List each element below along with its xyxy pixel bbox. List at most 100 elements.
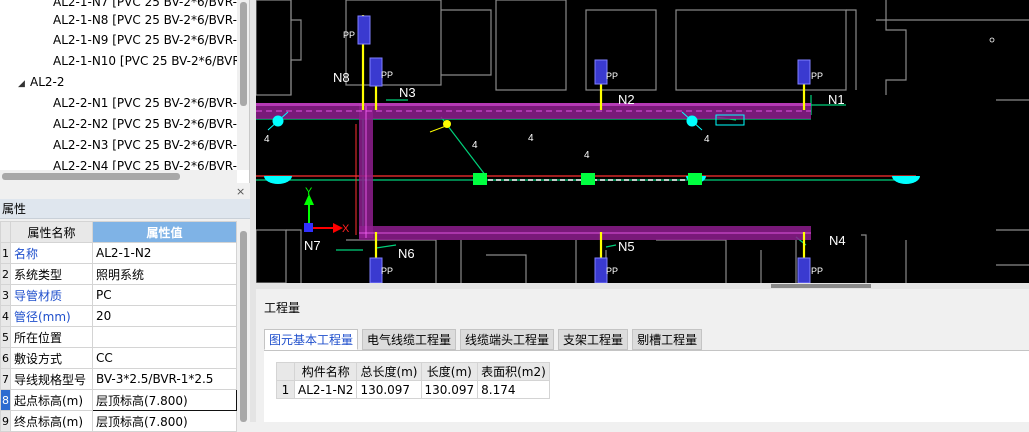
node-label-n4: N4 <box>829 233 846 248</box>
property-value[interactable]: 层顶标高(7.800) <box>92 389 237 411</box>
tree-item[interactable]: AL2-1-N8 [PVC 25 BV-2*6/BVR- <box>53 10 237 30</box>
row-index: 1 <box>0 242 11 264</box>
component-tree: AL2-1-N7 [PVC 25 BV-2*6/BVR- AL2-1-N8 [P… <box>0 0 250 183</box>
property-panel-title: 属性 <box>0 199 250 219</box>
row-index: 9 <box>0 410 11 432</box>
node-label-n2: N2 <box>618 92 635 107</box>
expand-arrow-icon[interactable]: ◢ <box>18 74 30 94</box>
tab-quantity-0[interactable]: 图元基本工程量 <box>264 329 359 350</box>
property-value[interactable] <box>92 326 237 348</box>
cad-drawing-canvas[interactable]: PP PP PP PP PP PP PP N8 N3 N2 N1 N7 N6 N… <box>256 0 1029 283</box>
quantities-body: 构件名称 总长度(m) 长度(m) 表面积(m2) 1 AL2-1-N2 130.097 1… <box>264 350 1029 422</box>
row-index: 6 <box>0 347 11 369</box>
row-index: 1 <box>276 380 295 399</box>
svg-text:PP: PP <box>381 266 393 276</box>
property-vertical-scrollbar[interactable] <box>237 221 250 422</box>
property-row[interactable]: 4 管径(mm) 20 <box>0 305 237 327</box>
quantities-table: 构件名称 总长度(m) 长度(m) 表面积(m2) 1 AL2-1-N2 130.097 1… <box>276 362 550 399</box>
property-row[interactable]: 3 导管材质 PC <box>0 284 237 306</box>
row-index: 2 <box>0 263 11 285</box>
svg-text:PP: PP <box>811 71 823 81</box>
row-index: 3 <box>0 284 11 306</box>
node-label-n6: N6 <box>398 246 415 261</box>
property-row[interactable]: 9 终点标高(m) 层顶标高(7.800) <box>0 410 237 432</box>
tree-item[interactable]: AL2-1-N9 [PVC 25 BV-2*6/BVR- <box>53 30 237 50</box>
quantity-col-header: 总长度(m) <box>356 362 422 381</box>
svg-text:4: 4 <box>264 134 270 145</box>
circuit-annotations: 4 4 4 4 4 <box>264 133 710 161</box>
property-row[interactable]: 5 所在位置 <box>0 326 237 348</box>
floor-plan[interactable]: PP PP PP PP PP PP PP N8 N3 N2 N1 N7 N6 N… <box>256 0 1029 283</box>
close-icon[interactable]: × <box>236 185 245 198</box>
row-index: 8 <box>0 389 11 411</box>
row-index: 4 <box>0 305 11 327</box>
svg-text:PP: PP <box>343 30 355 40</box>
node-label-n8: N8 <box>333 70 350 85</box>
row-index: 7 <box>0 368 11 390</box>
col-header-name: 属性名称 <box>10 221 93 243</box>
property-value[interactable]: 20 <box>92 305 237 327</box>
quantity-cell: 130.097 <box>356 380 422 399</box>
quantity-cell: AL2-1-N2 <box>293 380 358 399</box>
property-name: 所在位置 <box>10 326 93 348</box>
quantities-tabs: 图元基本工程量 电气线缆工程量 线缆端头工程量 支架工程量 剔槽工程量 <box>264 329 706 351</box>
property-name: 导管材质 <box>10 284 93 306</box>
node-label-n1: N1 <box>828 92 845 107</box>
tab-quantity-3[interactable]: 支架工程量 <box>558 329 629 350</box>
node-label-n5: N5 <box>618 239 635 254</box>
quantity-cell: 130.097 <box>420 380 479 399</box>
quantities-title: 工程量 <box>264 301 301 315</box>
tree-item[interactable]: AL2-2-N3 [PVC 25 BV-2*6/BVR- <box>53 135 237 155</box>
property-row[interactable]: 7 导线规格型号 BV-3*2.5/BVR-1*2.5 <box>0 368 237 390</box>
tree-vertical-scrollbar[interactable] <box>237 0 249 170</box>
property-name: 终点标高(m) <box>10 410 93 432</box>
svg-text:Y: Y <box>305 186 313 198</box>
property-value[interactable]: CC <box>92 347 237 369</box>
tree-item[interactable]: AL2-2-N2 [PVC 25 BV-2*6/BVR- <box>53 114 237 134</box>
property-value[interactable]: AL2-1-N2 <box>92 242 237 264</box>
property-name: 管径(mm) <box>10 305 93 327</box>
svg-text:PP: PP <box>606 71 618 81</box>
property-row[interactable]: 8 起点标高(m) 层顶标高(7.800) <box>0 389 237 411</box>
svg-text:4: 4 <box>528 133 534 144</box>
tab-quantity-4[interactable]: 剔槽工程量 <box>632 329 703 350</box>
col-header-value: 属性值 <box>92 221 237 243</box>
quantity-col-header: 构件名称 <box>293 362 358 381</box>
svg-text:4: 4 <box>584 150 590 161</box>
property-name: 起点标高(m) <box>10 389 93 411</box>
tab-quantity-1[interactable]: 电气线缆工程量 <box>362 329 457 350</box>
svg-text:PP: PP <box>811 266 823 276</box>
property-name: 敷设方式 <box>10 347 93 369</box>
property-name: 系统类型 <box>10 263 93 285</box>
property-value[interactable]: 照明系统 <box>92 263 237 285</box>
quantity-col-header: 表面积(m2) <box>477 362 550 381</box>
property-value[interactable]: 层顶标高(7.800) <box>92 410 237 432</box>
quantity-cell: 8.174 <box>477 380 550 399</box>
tree-item[interactable]: AL2-1-N10 [PVC 25 BV-2*6/BVR <box>53 51 241 71</box>
row-index: 5 <box>0 326 11 348</box>
crosshair-icon <box>989 37 995 43</box>
property-value[interactable]: BV-3*2.5/BVR-1*2.5 <box>92 368 237 390</box>
property-row[interactable]: 1 名称 AL2-1-N2 <box>0 242 237 264</box>
quantity-col-header: 长度(m) <box>420 362 479 381</box>
wiring-green <box>256 72 916 251</box>
tab-quantity-2[interactable]: 线缆端头工程量 <box>460 329 555 350</box>
conduit-tray <box>256 103 811 240</box>
svg-text:PP: PP <box>606 266 618 276</box>
ucs-axis-icon: Y X <box>304 186 350 235</box>
quantities-panel: 工程量 图元基本工程量 电气线缆工程量 线缆端头工程量 支架工程量 剔槽工程量 构件名称… <box>256 289 1029 422</box>
node-label-n3: N3 <box>399 85 416 100</box>
property-name: 导线规格型号 <box>10 368 93 390</box>
property-row[interactable]: 6 敷设方式 CC <box>0 347 237 369</box>
tree-group-al2-2[interactable]: ◢ AL2-2 <box>18 72 65 92</box>
svg-text:4: 4 <box>704 134 710 145</box>
svg-text:X: X <box>342 223 350 235</box>
svg-text:4: 4 <box>472 140 478 151</box>
tree-horizontal-scrollbar[interactable] <box>0 170 237 183</box>
property-table: 属性名称 属性值 1 名称 AL2-1-N2 2 系统类型 照明系统 3 导管材质 PC 4 管径(… <box>0 221 237 432</box>
property-row[interactable]: 2 系统类型 照明系统 <box>0 263 237 285</box>
svg-text:PP: PP <box>381 70 393 80</box>
tree-item[interactable]: AL2-2-N1 [PVC 25 BV-2*6/BVR- <box>53 93 237 113</box>
property-value[interactable]: PC <box>92 284 237 306</box>
table-row[interactable]: 1 AL2-1-N2 130.097 130.097 8.174 <box>276 380 550 399</box>
